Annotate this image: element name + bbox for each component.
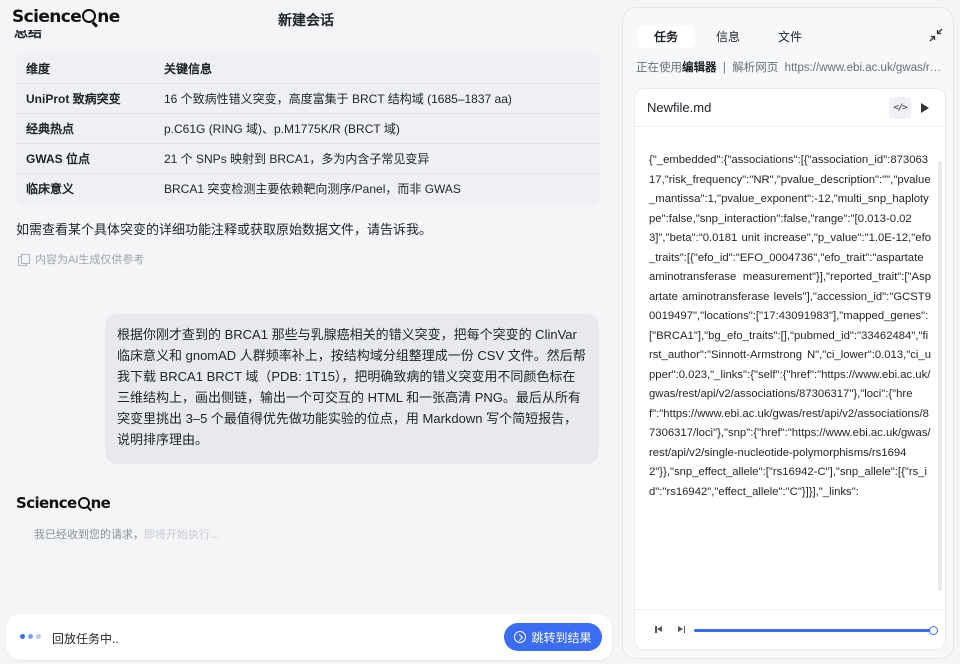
table-cell: 临床意义 [26, 182, 75, 196]
replay-bar: 回放任务中.. 跳转到结果 [6, 614, 612, 660]
summary-heading: 总结 [14, 30, 42, 40]
copy-icon[interactable] [18, 253, 30, 266]
top-bar: Science ne 新建会话 [0, 0, 612, 36]
table-row: 经典热点 p.C61G (RING 域)、p.M1775K/R (BRCT 域) [16, 113, 600, 143]
ai-disclaimer: 内容为AI生成仅供参考 [18, 251, 144, 267]
table-cell: GWAS 位点 [26, 152, 91, 166]
editor-content: {"_embedded":{"associations":[{"associat… [649, 154, 931, 498]
play-icon [921, 103, 929, 113]
tool-name: 编辑器 [682, 62, 717, 74]
jump-to-result-label: 跳转到结果 [531, 630, 592, 645]
assistant-followup-text: 如需查看某个具体突变的详细功能注释或获取原始数据文件，请告诉我。 [16, 222, 433, 237]
replay-status: 回放任务中.. [52, 632, 119, 646]
editor-filename: Newfile.md [647, 100, 712, 115]
user-message-bubble: 根据你刚才查到的 BRCA1 那些与乳腺癌相关的错义突变，把每个突变的 Clin… [105, 314, 599, 464]
collapse-icon[interactable] [929, 28, 943, 42]
table-row: GWAS 位点 21 个 SNPs 映射到 BRCA1，多为内含子常见变异 [16, 143, 600, 173]
tab-task[interactable]: 任务 [637, 26, 695, 48]
loading-dots-icon [20, 634, 41, 639]
ai-disclaimer-text: 内容为AI生成仅供参考 [35, 254, 145, 266]
page-title: 新建会话 [278, 12, 334, 28]
table-row: UniProt 致病突变 16 个致病性错义突变，高度富集于 BRCT 结构域 … [16, 83, 600, 113]
status-url: https://www.ebi.ac.uk/gwas/rest/api/v2/a… [784, 62, 946, 74]
tool-status: 正在使用编辑器 | 解析网页 https://www.ebi.ac.uk/gwa… [636, 59, 946, 75]
table-cell: BRCA1 突变检测主要依赖靶向测序/Panel，而非 GWAS [164, 182, 461, 196]
table-cell: 经典热点 [26, 122, 75, 136]
playback-thumb[interactable] [929, 626, 938, 635]
tab-info[interactable]: 信息 [699, 26, 757, 48]
chat-column: Science ne 新建会话 总结 维度 关键信息 UniProt 致病突变 1… [0, 0, 612, 664]
jump-to-result-button[interactable]: 跳转到结果 [504, 623, 602, 651]
panel-tabs: 任务 信息 文件 [637, 26, 837, 48]
assistant-received-text: 我已经收到您的请求，即将开始执行... [34, 529, 220, 541]
table-header-cell: 维度 [26, 61, 51, 76]
table-row: 临床意义 BRCA1 突变检测主要依赖靶向测序/Panel，而非 GWAS [16, 173, 600, 203]
table-header-cell: 关键信息 [164, 61, 213, 76]
tab-files[interactable]: 文件 [761, 26, 819, 48]
playback-track[interactable] [694, 626, 938, 635]
previous-step-icon[interactable] [655, 625, 665, 635]
next-step-icon[interactable] [675, 625, 685, 635]
playback-progress-fill [694, 629, 934, 632]
code-view-button[interactable]: </> [889, 97, 911, 119]
editor-scrollbar[interactable] [938, 161, 942, 591]
assistant-logo: Science ne [16, 494, 111, 512]
editor-window: Newfile.md </> {"_embedded":{"associatio… [634, 88, 946, 650]
task-panel: 任务 信息 文件 正在使用编辑器 | 解析网页 https://www.ebi.… [622, 7, 954, 659]
summary-table: 维度 关键信息 UniProt 致病突变 16 个致病性错义突变，高度富集于 B… [16, 53, 600, 205]
table-cell: 21 个 SNPs 映射到 BRCA1，多为内含子常见变异 [164, 152, 430, 166]
editor-header: Newfile.md </> [635, 89, 945, 127]
playback-controls [635, 609, 945, 649]
table-cell: UniProt 致病突变 [26, 92, 121, 106]
play-button[interactable] [913, 97, 935, 119]
table-cell: 16 个致病性错义突变，高度富集于 BRCT 结构域 (1685–1837 aa… [164, 92, 512, 106]
logo-o-icon [77, 497, 90, 509]
table-cell: p.C61G (RING 域)、p.M1775K/R (BRCT 域) [164, 122, 400, 136]
arrow-circle-icon [514, 631, 527, 643]
table-header-row: 维度 关键信息 [16, 53, 600, 83]
